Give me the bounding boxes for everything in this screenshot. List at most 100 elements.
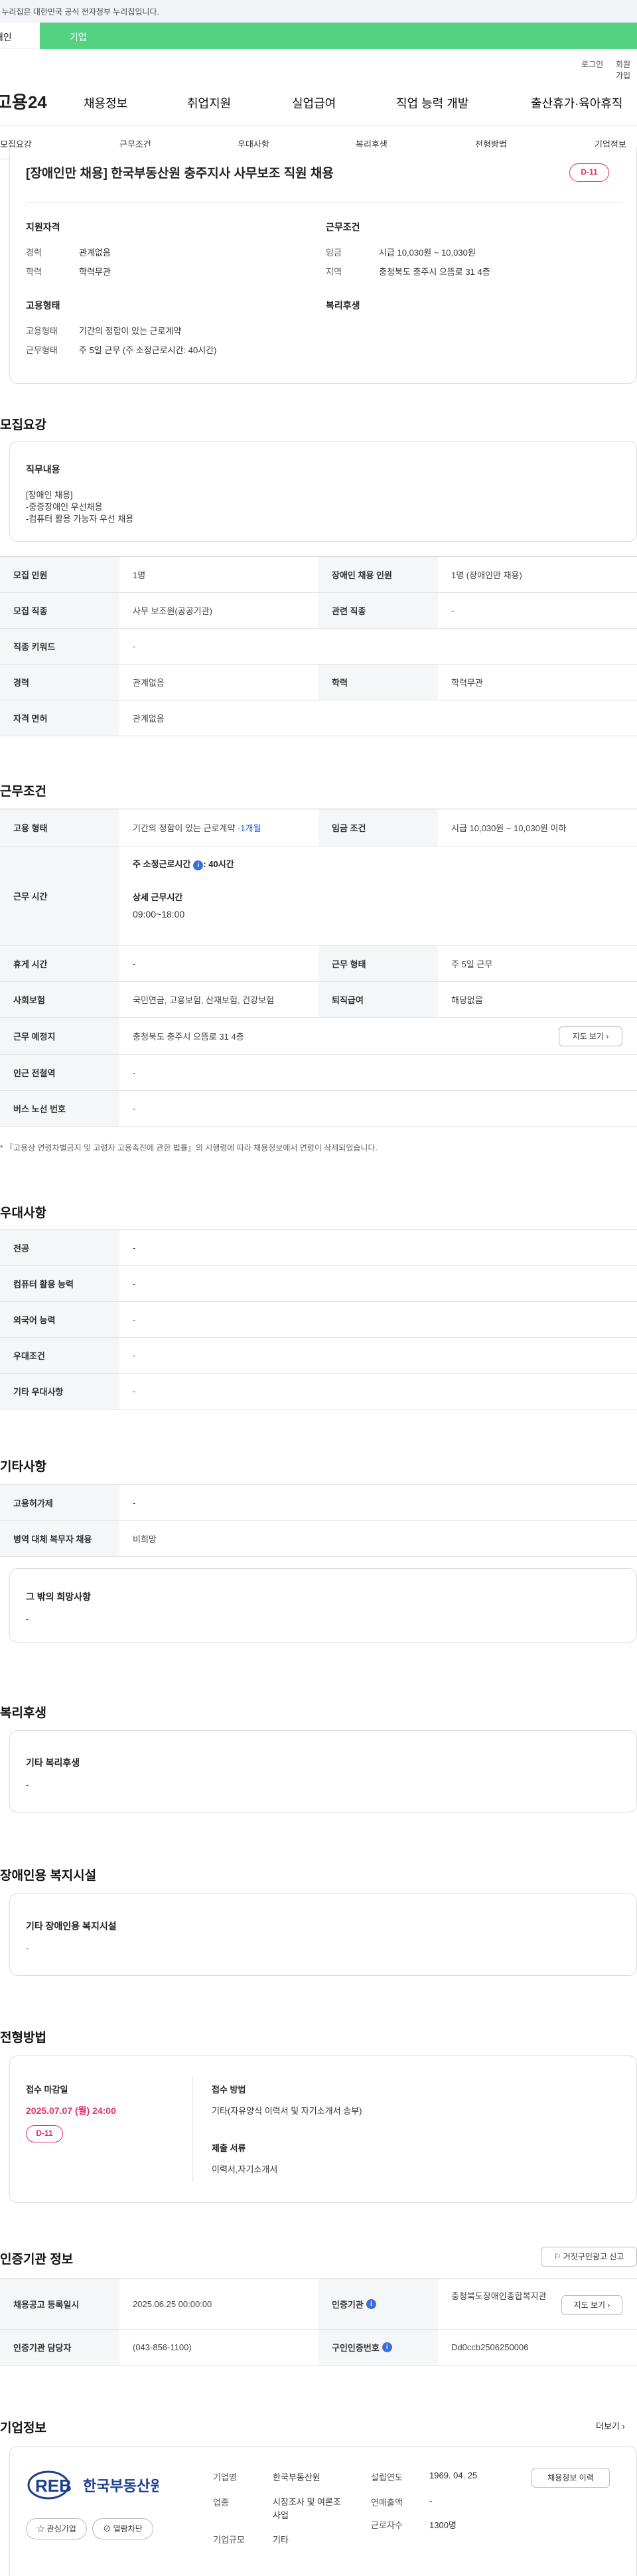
table-cell: - bbox=[133, 1498, 136, 1508]
founded-value: 1969. 04. 25 bbox=[429, 2470, 478, 2480]
wish-heading: 그 밖의 희망사항 bbox=[26, 1591, 91, 1602]
info-icon[interactable]: i bbox=[366, 2299, 376, 2309]
gov-banner: 이 누리집은 대한민국 공식 전자정부 누리집입니다. bbox=[0, 0, 637, 23]
conditions-section-title: 근무조건 bbox=[0, 785, 46, 799]
block-view-button[interactable]: ⊘ 열람차단 bbox=[92, 2518, 153, 2539]
table-row: 휴게 시간 - 근무 형태 주 5일 근무 bbox=[0, 946, 637, 982]
table-cell: - bbox=[133, 641, 136, 651]
work-hours-main: 주 소정근로시간 i: 40시간 bbox=[133, 859, 234, 870]
table-header-cell: 채용공고 등록일시 bbox=[0, 2279, 119, 2329]
global-nav: 고용24 채용정보 취업지원 실업급여 직업 능력 개발 출산휴가·육아휴직 bbox=[0, 80, 637, 126]
dday-badge: D-11 bbox=[569, 163, 609, 182]
sales-label: 연매출액 bbox=[371, 2498, 403, 2508]
company-logo: REB 한국부동산원 bbox=[26, 2466, 163, 2504]
table-row: 근무 예정지 충청북도 충주시 으뜸로 31 4층 지도 보기 › bbox=[0, 1018, 637, 1055]
duty-line: -중증장애인 우선채용 bbox=[26, 502, 103, 512]
disability-box-value: - bbox=[26, 1943, 29, 1953]
duty-line: -컴퓨터 활용 가능자 우선 채용 bbox=[26, 514, 134, 524]
table-cell: 학력무관 bbox=[451, 678, 483, 688]
table-row: 고용허가제 - bbox=[0, 1485, 637, 1521]
login-link[interactable]: 로그인 bbox=[581, 58, 603, 70]
emp-heading: 고용형태 bbox=[26, 300, 60, 311]
join-link[interactable]: 회원가입 bbox=[616, 58, 637, 81]
company-name-value: 한국부동산원 bbox=[273, 2472, 320, 2482]
table-row: 우대조건 - bbox=[0, 1338, 637, 1374]
table-row: 모집 인원 1명 장애인 채용 인원 1명 (장애인만 채용) bbox=[0, 557, 637, 593]
duty-card: 직무내용 [장애인 채용] -중증장애인 우선채용 -컴퓨터 활용 가능자 우선… bbox=[9, 441, 637, 542]
table-header-cell: 임금 조건 bbox=[318, 809, 438, 846]
table-row: 사회보험 국민연금, 고용보험, 산재보험, 건강보험 퇴직급여 해당없음 bbox=[0, 982, 637, 1018]
table-header-cell: 병역 대체 복무자 채용 bbox=[0, 1521, 119, 1556]
favorite-company-button[interactable]: ☆ 관심기업 bbox=[26, 2518, 87, 2539]
welfare-box-value: - bbox=[26, 1780, 29, 1790]
table-cell: - bbox=[133, 1068, 136, 1078]
table-cell: 사무 보조원(공공기관) bbox=[133, 606, 212, 616]
info-icon[interactable]: i bbox=[193, 860, 204, 870]
table-cell: 기간의 정함이 있는 근로계약 · 1개월 bbox=[119, 809, 318, 846]
table-header-cell: 버스 노선 번호 bbox=[0, 1091, 119, 1126]
chevron-right-icon: › bbox=[606, 1032, 609, 1041]
gnb-item-jobs[interactable]: 채용정보 bbox=[84, 94, 127, 112]
table-header-cell: 관련 직종 bbox=[318, 593, 438, 628]
reb-logo-icon: REB 한국부동산원 bbox=[27, 2470, 163, 2500]
table-header-cell: 퇴직급여 bbox=[318, 982, 438, 1017]
table-cell: - bbox=[451, 605, 455, 615]
wish-value: - bbox=[26, 1614, 29, 1624]
table-header-cell: 직종 키워드 bbox=[0, 629, 119, 664]
table-header-cell: 학력 bbox=[318, 665, 438, 700]
table-cell: 해당없음 bbox=[451, 995, 483, 1005]
emp-type-value: 기간의 정함이 있는 근로계약 bbox=[79, 326, 182, 336]
contract-period: 1개월 bbox=[240, 823, 261, 833]
logo-name-text: 한국부동산원 bbox=[83, 2478, 159, 2494]
gnb-item-training[interactable]: 직업 능력 개발 bbox=[396, 94, 468, 112]
chevron-right-icon: › bbox=[622, 2421, 625, 2431]
edu-value: 학력무관 bbox=[79, 267, 111, 277]
table-cell: 1명 bbox=[133, 570, 146, 580]
table-row: 병역 대체 복무자 채용 비희망 bbox=[0, 1521, 637, 1557]
cert-map-button[interactable]: 지도 보기 › bbox=[561, 2295, 622, 2315]
info-icon[interactable]: i bbox=[382, 2342, 392, 2352]
screening-section-title: 전형방법 bbox=[0, 2031, 46, 2045]
flag-icon: ⚐ bbox=[553, 2252, 561, 2261]
table-row: 버스 노선 번호 - bbox=[0, 1091, 637, 1127]
table-cell: (043-856-1100) bbox=[133, 2342, 192, 2352]
company-section-title: 기업정보 bbox=[0, 2421, 46, 2435]
etc-section-title: 기타사항 bbox=[0, 1460, 46, 1474]
employees-label: 근로자수 bbox=[371, 2520, 403, 2530]
recruit-table: 모집 인원 1명 장애인 채용 인원 1명 (장애인만 채용) 모집 직종 사무… bbox=[0, 556, 637, 736]
table-cell: - bbox=[133, 1243, 136, 1253]
table-header-cell: 사회보험 bbox=[0, 982, 119, 1017]
table-cell: 관계없음 bbox=[133, 678, 165, 688]
gnb-item-parental-leave[interactable]: 출산휴가·육아휴직 bbox=[531, 94, 622, 112]
wage-value: 시급 10,030원 ~ 10,030원 bbox=[379, 248, 476, 258]
gov-banner-text: 이 누리집은 대한민국 공식 전자정부 누리집입니다. bbox=[0, 7, 159, 17]
recruit-history-button[interactable]: 채용정보 이력 bbox=[531, 2468, 610, 2488]
tab-person[interactable]: 개인 bbox=[0, 23, 40, 49]
table-cell: - bbox=[133, 1103, 136, 1113]
welfare-heading: 복리후생 bbox=[326, 300, 360, 311]
cond-heading: 근무조건 bbox=[326, 222, 360, 232]
qual-heading: 지원자격 bbox=[26, 222, 60, 232]
duty-heading: 직무내용 bbox=[26, 464, 60, 475]
gnb-item-unemployment[interactable]: 실업급여 bbox=[292, 94, 336, 112]
table-header-cell: 전공 bbox=[0, 1230, 119, 1265]
industry-label: 업종 bbox=[213, 2498, 229, 2508]
table-row: 고용 형태 기간의 정함이 있는 근로계약 · 1개월 임금 조건 시급 10,… bbox=[0, 809, 637, 846]
table-header-cell: 휴게 시간 bbox=[0, 946, 119, 981]
table-header-cell: 장애인 채용 인원 bbox=[318, 557, 438, 592]
table-row: 인근 전철역 - bbox=[0, 1055, 637, 1091]
table-row: 자격 면허 관계없음 bbox=[0, 700, 637, 736]
company-more-link[interactable]: 더보기 › bbox=[596, 2419, 625, 2432]
report-fake-ad-button[interactable]: ⚐ 거짓구인광고 신고 bbox=[541, 2247, 637, 2267]
tab-company[interactable]: 기업 bbox=[40, 23, 637, 49]
age-law-note: * 『고용상 연령차별금지 및 고령자 고용촉진에 관한 법률』의 시행령에 따… bbox=[0, 1143, 378, 1153]
employees-value: 1300명 bbox=[429, 2520, 457, 2530]
edu-label: 학력 bbox=[26, 267, 42, 277]
gnb-item-employment-support[interactable]: 취업지원 bbox=[187, 94, 231, 112]
table-cell: - bbox=[133, 1279, 136, 1289]
emp-type-label: 고용형태 bbox=[26, 326, 58, 336]
map-view-button[interactable]: 지도 보기 › bbox=[559, 1026, 622, 1046]
welfare-card: 기타 복리후생 - bbox=[9, 1730, 637, 1812]
method-heading: 접수 방법 bbox=[212, 2085, 246, 2095]
site-logo[interactable]: 고용24 bbox=[0, 89, 47, 114]
